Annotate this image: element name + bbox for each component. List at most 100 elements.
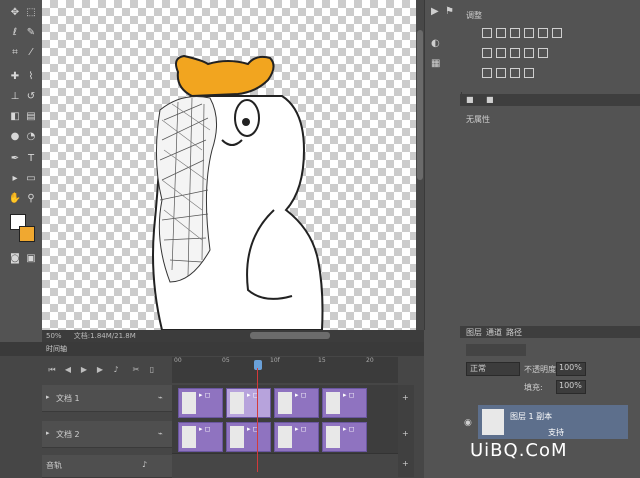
video-clip[interactable]: ▸ ◻	[226, 388, 271, 418]
stamp-tool-icon[interactable]: ⊥	[8, 90, 22, 104]
move-tool-icon[interactable]: ✥	[8, 6, 22, 20]
layer-name: 图层 1 副本	[510, 412, 553, 421]
hue-icon[interactable]	[482, 48, 492, 58]
add-icon[interactable]: +	[402, 459, 409, 468]
track-row[interactable]: ▸ 文档 1 ⌁	[42, 385, 172, 412]
video-clip[interactable]: ▸ ◻	[226, 422, 271, 452]
video-clip[interactable]: ▸ ◻	[178, 422, 223, 452]
blur-tool-icon[interactable]: ●	[8, 130, 22, 144]
audio-track-name: 音轨	[46, 461, 62, 470]
playhead-line	[257, 368, 258, 472]
history-brush-tool-icon[interactable]: ↺	[24, 90, 38, 104]
lasso-tool-icon[interactable]: ℓ	[8, 26, 22, 40]
info-tab[interactable]: ■	[486, 95, 494, 104]
color-icon[interactable]: ◐	[431, 38, 440, 49]
transition-icon[interactable]: ▯	[146, 364, 158, 376]
color-balance-icon[interactable]	[496, 48, 506, 58]
channel-mixer-icon[interactable]	[538, 48, 548, 58]
zoom-tool-icon[interactable]: ⚲	[24, 192, 38, 206]
video-clip[interactable]: ▸ ◻	[322, 388, 367, 418]
exposure-icon[interactable]	[524, 28, 534, 38]
adjustment-row	[482, 48, 582, 60]
levels-icon[interactable]	[496, 28, 506, 38]
ruler-tick: 15	[318, 357, 326, 364]
eyedropper-tool-icon[interactable]: ⁄	[24, 46, 38, 60]
video-clip[interactable]: ▸ ◻	[274, 422, 319, 452]
dodge-tool-icon[interactable]: ◔	[24, 130, 38, 144]
shape-tool-icon[interactable]: ▭	[24, 172, 38, 186]
adjustment-row	[482, 28, 582, 40]
selected-layer[interactable]: 图层 1 副本 支持	[478, 405, 628, 439]
vibrance-icon[interactable]	[538, 28, 548, 38]
layers-tabbar: 图层 通道 路径	[460, 326, 640, 338]
gradient-tool-icon[interactable]: ▤	[24, 110, 38, 124]
properties-label: 无属性	[466, 115, 490, 124]
bw-icon[interactable]	[510, 48, 520, 58]
adjustments-tab[interactable]: 调整	[466, 10, 482, 21]
timeline-ruler[interactable]: 00 05 10f 15 20	[172, 357, 398, 383]
split-icon[interactable]: ✂	[130, 364, 142, 376]
video-clip[interactable]: ▸ ◻	[274, 388, 319, 418]
add-icon[interactable]: +	[402, 393, 409, 402]
audio-icon[interactable]: ♪	[110, 364, 122, 376]
expand-arrow-icon[interactable]: ▸	[46, 429, 50, 437]
eye-icon[interactable]: ◉	[464, 418, 472, 428]
posterize-icon[interactable]	[496, 68, 506, 78]
brush-tool-icon[interactable]: ⌇	[24, 70, 38, 84]
vertical-scroll-thumb[interactable]	[417, 30, 423, 180]
add-media-column: + + +	[398, 385, 414, 477]
swatches-icon[interactable]: ▦	[431, 58, 440, 69]
timeline-title[interactable]: 时间轴	[46, 345, 67, 353]
path-select-tool-icon[interactable]: ▸	[8, 172, 22, 186]
film-icon[interactable]: ⌁	[158, 429, 163, 438]
quick-mask-icon[interactable]: ◙	[8, 252, 22, 266]
track-row[interactable]: ▸ 文档 2 ⌁	[42, 421, 172, 448]
fill-input[interactable]: 100%	[556, 380, 586, 394]
curves-icon[interactable]	[510, 28, 520, 38]
healing-tool-icon[interactable]: ✚	[8, 70, 22, 84]
horizontal-scroll-thumb[interactable]	[250, 332, 330, 339]
tab-layers[interactable]: 图层	[466, 327, 482, 338]
track-name: 文档 2	[56, 430, 80, 439]
background-color-swatch[interactable]	[19, 226, 35, 242]
invert-icon[interactable]	[482, 68, 492, 78]
tab-paths[interactable]: 路径	[506, 327, 522, 338]
audio-icon[interactable]: ♪	[142, 460, 147, 469]
history-icon[interactable]: ⚑	[445, 6, 454, 17]
marquee-tool-icon[interactable]: ⬚	[24, 6, 38, 20]
ruler-tick: 05	[222, 357, 230, 364]
audio-track-row[interactable]: 音轨 ♪	[42, 455, 172, 478]
properties-tabbar: ■ ■	[460, 94, 640, 106]
brightness-icon[interactable]	[482, 28, 492, 38]
expand-arrow-icon[interactable]: ▸	[46, 393, 50, 401]
screen-mode-icon[interactable]: ▣	[24, 252, 38, 266]
video-clip[interactable]: ▸ ◻	[322, 422, 367, 452]
video-clip[interactable]: ▸ ◻	[178, 388, 223, 418]
blend-mode-select[interactable]: 正常	[466, 362, 520, 376]
gradient-map-icon[interactable]	[552, 28, 562, 38]
layer-filter[interactable]	[466, 344, 526, 356]
document-info: 文档:1.84M/21.8M	[73, 332, 136, 340]
document-canvas[interactable]	[42, 0, 416, 330]
selective-color-icon[interactable]	[524, 68, 534, 78]
next-frame-icon[interactable]: ▶	[94, 364, 106, 376]
pen-tool-icon[interactable]: ✒	[8, 152, 22, 166]
add-icon[interactable]: +	[402, 429, 409, 438]
tab-channels[interactable]: 通道	[486, 327, 502, 338]
play-icon[interactable]: ▶	[78, 364, 90, 376]
quick-select-tool-icon[interactable]: ✎	[24, 26, 38, 40]
crop-tool-icon[interactable]: ⌗	[8, 46, 22, 60]
hand-tool-icon[interactable]: ✋	[8, 192, 22, 206]
play-icon[interactable]: ▶	[431, 6, 439, 17]
threshold-icon[interactable]	[510, 68, 520, 78]
eraser-tool-icon[interactable]: ◧	[8, 110, 22, 124]
type-tool-icon[interactable]: T	[24, 152, 38, 166]
opacity-input[interactable]: 100%	[556, 362, 586, 376]
film-icon[interactable]: ⌁	[158, 393, 163, 402]
photo-filter-icon[interactable]	[524, 48, 534, 58]
zoom-level[interactable]: 50%	[46, 332, 62, 340]
properties-tab[interactable]: ■	[466, 95, 474, 104]
prev-frame-icon[interactable]: ◀	[62, 364, 74, 376]
first-frame-icon[interactable]: ⏮	[46, 364, 58, 376]
playhead-handle[interactable]	[254, 360, 262, 370]
